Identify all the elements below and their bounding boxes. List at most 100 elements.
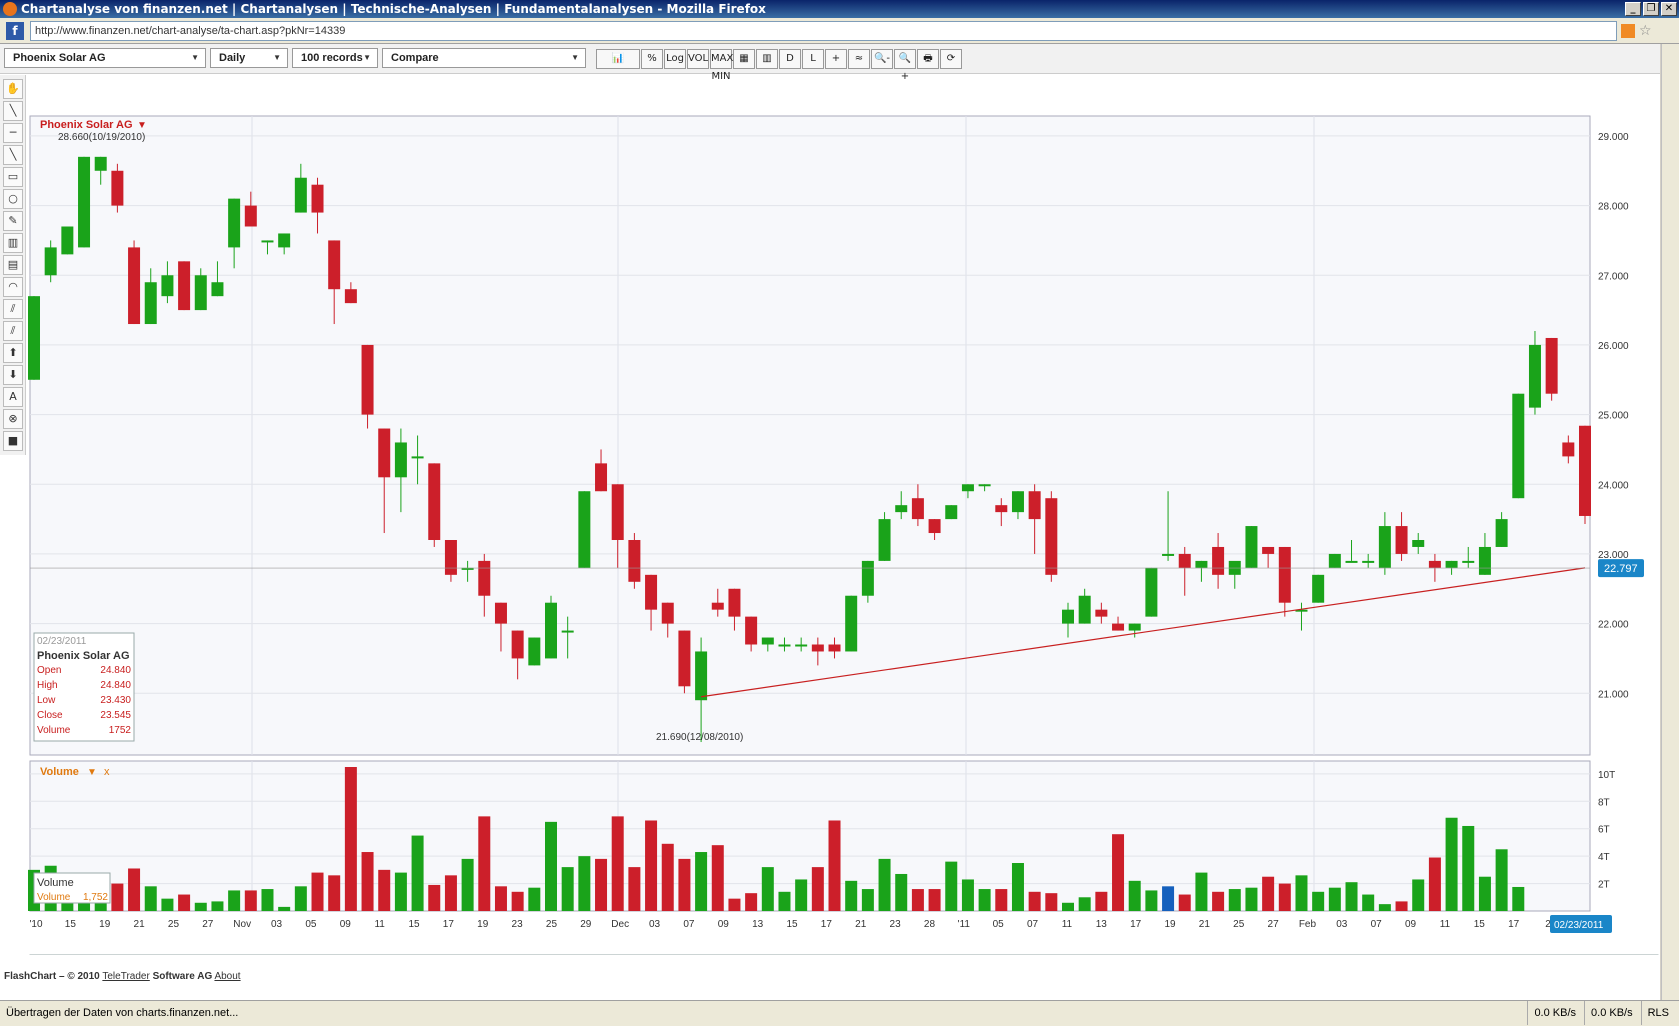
candle-body [1378,526,1391,568]
candle-body [978,484,991,487]
x-axis-label: 25 [1233,919,1245,930]
volume-bar [1278,883,1291,911]
toolbar-button-6[interactable]: ▥ [756,49,778,69]
candle-body [111,170,124,206]
candle-body [661,602,674,624]
volume-bar [294,886,307,911]
telettrader-link[interactable]: TeleTrader [102,971,149,982]
volume-bar [1112,834,1125,911]
close-button[interactable]: ✕ [1661,2,1677,16]
candle-body [545,602,557,659]
candle-body [61,226,74,255]
x-axis-label: 27 [1268,919,1280,930]
x-axis-label: 11 [374,919,385,930]
candle-body [1062,609,1074,624]
candle-body [928,519,941,534]
x-axis-label: 13 [752,919,764,930]
volume-y-tick: 4T [1598,852,1610,863]
candle-body [161,275,174,297]
volume-bar [928,889,941,911]
info-value: 23.430 [100,695,131,706]
candle-body [728,588,741,617]
volume-bar [578,856,591,911]
toolbar-button-9[interactable]: + [825,49,847,69]
info-value: 24.840 [100,680,131,691]
volume-bar [961,879,974,911]
candle-body [94,156,107,171]
volume-bar [1145,890,1158,911]
price-panel [29,115,1591,756]
volume-bar [444,875,457,911]
toolbar-button-1[interactable]: % [641,49,663,69]
url-input[interactable]: http://www.finanzen.net/chart-analyse/ta… [30,20,1617,41]
volume-bar [1495,849,1508,911]
x-axis-label: 09 [340,919,352,930]
bookmark-star-icon[interactable]: ☆ [1639,23,1655,39]
candle-body [128,247,141,325]
candle-body [1562,442,1575,457]
volume-label: Volume [40,766,79,778]
toolbar-button-2[interactable]: Log [664,49,686,69]
candle-body [1545,337,1558,394]
records-select[interactable]: 100 records [292,48,378,68]
x-axis-label: 23 [512,919,524,930]
instrument-select[interactable]: Phoenix Solar AG [4,48,206,68]
volume-bar [661,843,674,911]
toolbar-button-13[interactable]: 🖶 [917,49,939,69]
toolbar-button-14[interactable]: ⟳ [940,49,962,69]
x-axis-label: 03 [271,919,283,930]
volume-close: x [104,766,110,778]
x-axis-label: 05 [305,919,317,930]
info-label: Low [37,695,56,706]
volume-bar [228,890,241,911]
x-axis-label: 21 [134,919,146,930]
candle-body [861,560,874,596]
toolbar-button-5[interactable]: ▦ [733,49,755,69]
restore-button[interactable]: ❐ [1643,2,1659,16]
candle-body [895,505,908,513]
candle-body [528,637,541,666]
x-axis-label: '10 [29,919,42,930]
interval-select[interactable]: Daily [210,48,288,68]
price-y-tick: 25.000 [1598,411,1629,422]
candle-body [28,296,40,380]
candle-body [1512,393,1525,499]
toolbar-button-12[interactable]: 🔍+ [894,49,916,82]
candle-body [945,505,958,520]
toolbar-button-3[interactable]: VOL [687,49,709,69]
volume-bar [178,894,191,911]
volume-bar [1362,894,1375,911]
candle-body [144,282,157,325]
info-label: Volume [37,725,71,736]
candle-body [1078,595,1091,624]
chart-area[interactable]: 29.00028.00027.00026.00025.00024.00023.0… [0,75,1660,955]
about-link[interactable]: About [214,971,240,982]
candle-body [711,602,724,610]
candle-body [1395,526,1408,554]
rss-icon[interactable] [1621,23,1635,38]
candle-body [411,456,424,459]
volume-bar [244,890,257,911]
x-axis-label: 07 [683,919,695,930]
x-axis-label: 11 [1062,919,1073,930]
toolbar-button-0[interactable]: 📊 [596,49,640,69]
toolbar-button-8[interactable]: L [802,49,824,69]
toolbar-button-10[interactable]: ≈ [848,49,870,69]
x-axis-label: 17 [1130,919,1142,930]
price-y-tick: 24.000 [1598,480,1629,491]
rls-label: RLS [1640,1001,1669,1025]
candle-body [1128,623,1141,631]
volume-bar [1312,891,1325,911]
compare-select[interactable]: Compare [382,48,586,68]
toolbar-button-11[interactable]: 🔍- [871,49,893,69]
candle-body [361,344,374,415]
volume-bar [1445,817,1458,911]
candle-body [78,156,91,248]
toolbar-button-4[interactable]: MAX MIN [710,49,733,82]
toolbar-button-7[interactable]: D [779,49,801,69]
x-axis-label: 19 [1164,919,1176,930]
minimize-button[interactable]: _ [1625,2,1641,16]
page-scrollbar[interactable] [1661,44,1679,1000]
x-axis-label: 25 [168,919,180,930]
candle-body [211,282,224,297]
